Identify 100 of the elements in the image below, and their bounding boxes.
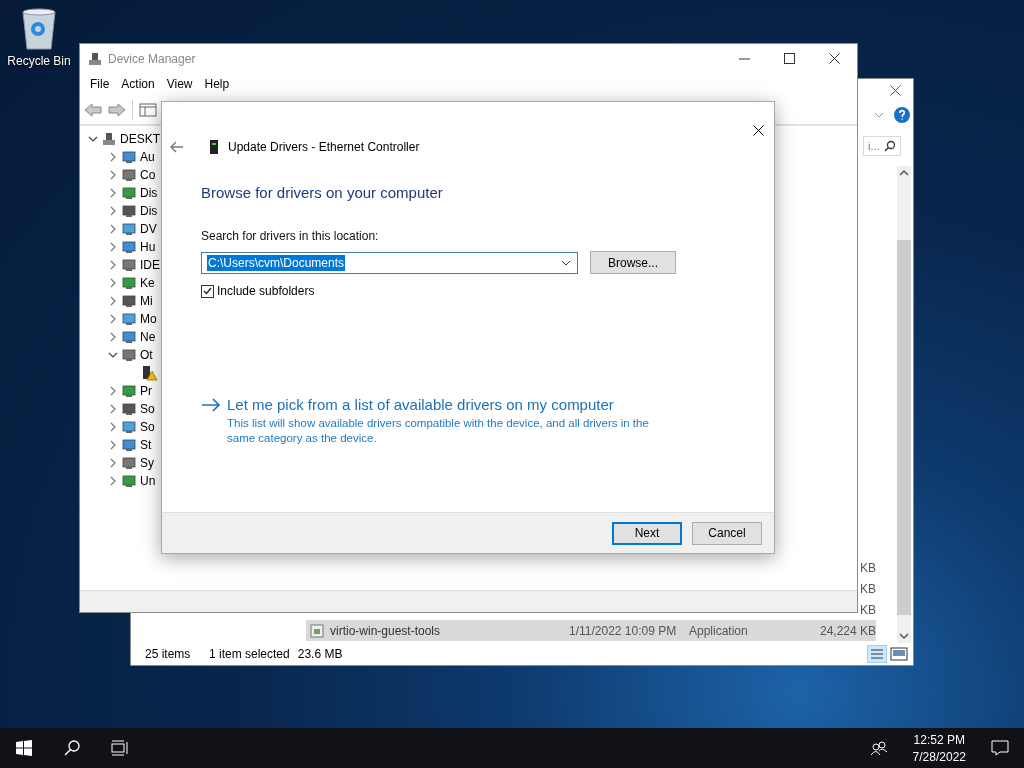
device-icon (122, 330, 136, 344)
collapse-chevron-icon[interactable] (88, 134, 98, 144)
tree-item[interactable]: Dis (140, 204, 158, 218)
tree-item[interactable]: Ke (140, 276, 155, 290)
field-label: Search for drivers in this location: (201, 229, 380, 243)
thumbnail-view-icon[interactable] (889, 645, 909, 663)
details-view-icon[interactable] (867, 645, 887, 663)
link-description: This list will show available drivers compatible with the device, and all drivers in the same category as the device. (227, 416, 650, 446)
notification-icon[interactable] (991, 740, 1009, 756)
tree-item[interactable]: Pr (140, 384, 152, 398)
expand-chevron-icon[interactable] (108, 404, 118, 414)
device-icon (122, 402, 136, 416)
device-icon (122, 312, 136, 326)
expand-chevron-icon[interactable] (108, 458, 118, 468)
checkbox[interactable] (201, 284, 214, 298)
tree-item[interactable]: Mi (140, 294, 153, 308)
search-field[interactable]: i... (863, 136, 901, 156)
expand-chevron-icon[interactable] (108, 440, 118, 450)
file-size: KB (859, 581, 876, 596)
device-icon (122, 150, 136, 164)
tree-item[interactable]: Dis (140, 186, 158, 200)
arrow-right-icon[interactable] (201, 398, 221, 412)
menu-item[interactable]: Action (115, 77, 161, 91)
device-icon (122, 420, 136, 434)
default-button[interactable]: Next (612, 521, 682, 545)
tree-item[interactable]: Au (140, 150, 155, 164)
dropdown-icon[interactable] (561, 259, 571, 266)
properties-icon[interactable] (139, 102, 157, 117)
search-icon[interactable] (64, 740, 80, 756)
people-icon[interactable] (869, 740, 888, 756)
tree-item[interactable]: DESKT (120, 132, 160, 146)
device-icon (122, 384, 136, 398)
tree-item[interactable]: Hu (140, 240, 156, 254)
clock-date[interactable]: 7/28/2022 (912, 749, 966, 764)
menu-item[interactable]: Help (198, 77, 236, 91)
pick-driver-link[interactable]: Let me pick from a list of available drivers on my computer (227, 396, 677, 413)
expand-chevron-icon[interactable] (108, 332, 118, 342)
file-date: 1/11/2022 10:09 PM (569, 623, 678, 638)
tree-item[interactable]: Ne (140, 330, 156, 344)
menu-item[interactable]: File (84, 77, 116, 91)
selected-row[interactable] (306, 620, 876, 641)
collapse-chevron-icon[interactable] (108, 350, 118, 360)
clock-time[interactable]: 12:52 PM (913, 732, 965, 747)
desktop-icon-label: Recycle Bin (7, 54, 71, 68)
computer-icon (102, 132, 116, 146)
expand-chevron-icon[interactable] (108, 188, 118, 198)
close-icon[interactable] (890, 84, 901, 96)
device-icon (122, 456, 136, 470)
tree-item[interactable]: St (140, 438, 152, 452)
back-arrow-icon[interactable] (170, 141, 184, 153)
tree-item[interactable]: IDE (140, 258, 160, 272)
file-name: virtio-win-guest-tools (306, 623, 569, 638)
location-combobox[interactable]: C:\Users\cvm\Documents (201, 251, 578, 274)
checkbox-label[interactable]: Include subfolders (217, 284, 315, 298)
tree-item[interactable]: Co (140, 168, 156, 182)
windows-logo-icon[interactable] (16, 740, 32, 756)
close-icon[interactable] (753, 125, 764, 136)
expand-chevron-icon[interactable] (108, 278, 118, 288)
warning-device-icon[interactable] (142, 365, 158, 381)
dialog-heading: Browse for drivers on your computer (201, 184, 444, 201)
recycle-bin-icon[interactable] (20, 8, 58, 50)
browse-button[interactable]: Browse... (590, 251, 676, 274)
close-icon[interactable] (829, 53, 840, 64)
expand-chevron-icon[interactable] (108, 224, 118, 234)
device-icon (122, 258, 136, 272)
help-icon[interactable] (894, 107, 910, 123)
device-icon (122, 186, 136, 200)
tree-item[interactable]: So (140, 420, 155, 434)
expand-chevron-icon[interactable] (108, 206, 118, 216)
expand-chevron-icon[interactable] (108, 296, 118, 306)
expand-chevron-icon[interactable] (108, 314, 118, 324)
task-view-icon[interactable] (111, 740, 129, 756)
tree-item[interactable]: Un (140, 474, 156, 488)
device-icon (122, 168, 136, 182)
selection-info: 1 item selected (209, 647, 290, 661)
menu-item[interactable]: View (160, 77, 199, 91)
file-type: Application (689, 623, 749, 638)
expand-chevron-icon[interactable] (108, 152, 118, 162)
forward-icon[interactable] (108, 102, 126, 117)
scrollbar[interactable] (897, 166, 911, 643)
dialog-button[interactable]: Cancel (692, 521, 762, 545)
device-icon (122, 438, 136, 452)
expand-chevron-icon[interactable] (108, 170, 118, 180)
expand-chevron-icon[interactable] (108, 476, 118, 486)
file-size: KB (859, 560, 876, 575)
expand-chevron-icon[interactable] (108, 386, 118, 396)
back-icon[interactable] (84, 102, 102, 117)
tree-item[interactable]: DV (140, 222, 157, 236)
expand-chevron-icon[interactable] (108, 422, 118, 432)
chevron-down-icon[interactable] (874, 112, 884, 118)
tree-item[interactable]: Ot (140, 348, 153, 362)
device-icon (122, 294, 136, 308)
tree-item[interactable]: Sy (140, 456, 154, 470)
maximize-icon[interactable] (784, 53, 795, 64)
expand-chevron-icon[interactable] (108, 242, 118, 252)
expand-chevron-icon[interactable] (108, 260, 118, 270)
tree-item[interactable]: So (140, 402, 155, 416)
device-icon (122, 474, 136, 488)
tree-item[interactable]: Mo (140, 312, 157, 326)
computer-icon (88, 51, 102, 66)
